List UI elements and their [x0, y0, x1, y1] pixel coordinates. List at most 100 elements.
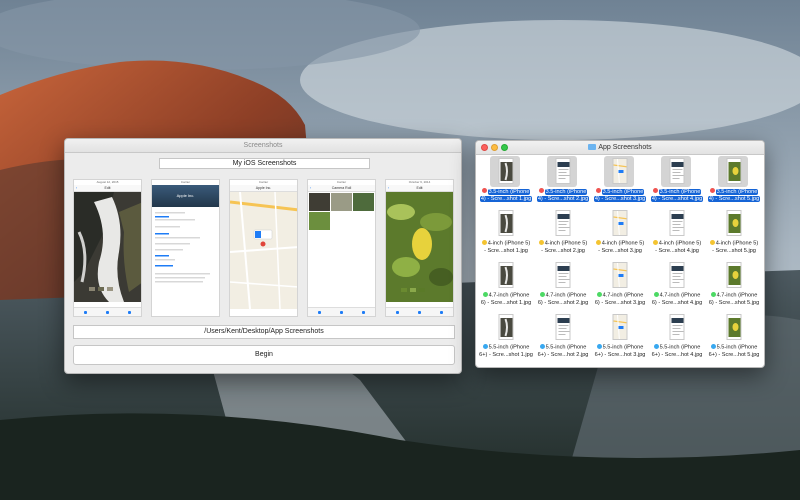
file-name: 5.5-inch (iPhone 6+) - Scre...hot 4.jpg — [651, 344, 703, 358]
file-thumbnail — [726, 314, 742, 340]
map-view — [230, 191, 297, 310]
minimize-button[interactable] — [491, 144, 498, 151]
file-thumbnail — [612, 210, 628, 236]
file-thumbnail — [555, 210, 571, 236]
window-title: App Screenshots — [598, 144, 652, 151]
file-thumbnail — [726, 262, 742, 288]
project-name-field[interactable]: My iOS Screenshots — [159, 158, 370, 169]
file-name: 4.7-inch (iPhone 6) - Scre...shot 2.jpg — [537, 292, 589, 306]
preview-toolbar — [74, 307, 141, 316]
file-name: 4-inch (iPhone 5) - Scre...shot 4.jpg — [650, 240, 704, 255]
red-tag-icon — [709, 188, 715, 193]
file-item[interactable]: 4-inch (iPhone 5) - Scre...shot 2.jpg — [535, 208, 591, 260]
file-thumbnail — [498, 158, 514, 184]
back-chevron-icon: ‹ — [388, 186, 390, 190]
window-title: Screenshots — [243, 142, 283, 149]
file-item[interactable]: 4-inch (iPhone 5) - Scre...shot 3.jpg — [592, 208, 648, 260]
file-thumbnail — [555, 158, 571, 184]
file-thumbnail — [612, 158, 628, 184]
file-thumbnail — [726, 158, 742, 184]
file-name: 4.7-inch (iPhone 6) - Scre...shot 4.jpg — [651, 292, 703, 306]
file-name: 4-inch (iPhone 5) - Scre...shot 2.jpg — [536, 240, 590, 255]
blue-tag-icon — [482, 344, 488, 349]
red-tag-icon — [481, 188, 487, 193]
file-item[interactable]: 4.7-inch (iPhone 6) - Scre...shot 5.jpg — [706, 260, 762, 312]
red-tag-icon — [595, 188, 601, 193]
file-item[interactable]: 4.7-inch (iPhone 6) - Scre...shot 4.jpg — [649, 260, 705, 312]
file-item[interactable]: 3.5-inch (iPhone 4) - Scre...shot 5.jpg — [706, 156, 762, 208]
file-thumbnail — [498, 314, 514, 340]
screenshot-preview-strip: August 12, 2015 ‹ Edit Carrier Apple Inc. — [73, 179, 455, 317]
album-grid — [308, 192, 375, 299]
file-item[interactable]: 5.5-inch (iPhone 6+) - Scre...hot 3.jpg — [592, 312, 648, 364]
file-item[interactable]: 4.7-inch (iPhone 6) - Scre...shot 3.jpg — [592, 260, 648, 312]
file-item[interactable]: 4.7-inch (iPhone 6) - Scre...shot 1.jpg — [478, 260, 534, 312]
green-tag-icon — [539, 292, 545, 297]
folder-icon — [588, 144, 597, 150]
begin-button[interactable]: Begin — [73, 345, 455, 365]
finder-window: App Screenshots 3.5-inch (iPhone 4) - Scr… — [475, 140, 765, 368]
file-thumbnail — [555, 314, 571, 340]
file-item[interactable]: 4.7-inch (iPhone 6) - Scre...shot 2.jpg — [535, 260, 591, 312]
file-item[interactable]: 4-inch (iPhone 5) - Scre...shot 1.jpg — [478, 208, 534, 260]
green-tag-icon — [710, 292, 716, 297]
file-thumbnail — [498, 210, 514, 236]
file-name: 5.5-inch (iPhone 6+) - Scre...hot 3.jpg — [594, 344, 646, 358]
preview-card[interactable]: October 6, 2014 ‹ Edit — [385, 179, 454, 317]
contact-details — [155, 212, 210, 283]
file-item[interactable]: 3.5-inch (iPhone 4) - Scre...shot 2.jpg — [535, 156, 591, 208]
yellow-tag-icon — [481, 240, 487, 245]
blue-tag-icon — [596, 344, 602, 349]
file-thumbnail — [669, 262, 685, 288]
file-name: 3.5-inch (iPhone 4) - Scre...shot 5.jpg — [707, 188, 761, 202]
blue-tag-icon — [653, 344, 659, 349]
file-item[interactable]: 3.5-inch (iPhone 4) - Scre...shot 4.jpg — [649, 156, 705, 208]
file-item[interactable]: 4-inch (iPhone 5) - Scre...shot 4.jpg — [649, 208, 705, 260]
yellow-tag-icon — [652, 240, 658, 245]
lemon-photo — [386, 192, 453, 302]
file-thumbnail — [612, 314, 628, 340]
preview-card[interactable]: Carrier ‹ Camera Roll — [307, 179, 376, 317]
green-tag-icon — [596, 292, 602, 297]
file-item[interactable]: 5.5-inch (iPhone 6+) - Scre...hot 5.jpg — [706, 312, 762, 364]
contact-header: Apple Inc. — [152, 185, 219, 207]
zoom-button[interactable] — [501, 144, 508, 151]
file-name: 4-inch (iPhone 5) - Scre...shot 1.jpg — [479, 240, 533, 255]
file-name: 4.7-inch (iPhone 6) - Scre...shot 5.jpg — [708, 292, 760, 306]
file-name: 5.5-inch (iPhone 6+) - Scre...hot 5.jpg — [708, 344, 760, 358]
file-name: 4-inch (iPhone 5) - Scre...shot 5.jpg — [707, 240, 761, 255]
file-item[interactable]: 3.5-inch (iPhone 4) - Scre...shot 3.jpg — [592, 156, 648, 208]
file-item[interactable]: 4-inch (iPhone 5) - Scre...shot 5.jpg — [706, 208, 762, 260]
file-item[interactable]: 3.5-inch (iPhone 4) - Scre...shot 1.jpg — [478, 156, 534, 208]
file-name: 4.7-inch (iPhone 6) - Scre...shot 3.jpg — [594, 292, 646, 306]
file-item[interactable]: 5.5-inch (iPhone 6+) - Scre...hot 4.jpg — [649, 312, 705, 364]
file-name: 3.5-inch (iPhone 4) - Scre...shot 4.jpg — [650, 188, 704, 202]
file-item[interactable]: 5.5-inch (iPhone 6+) - Scre...hot 2.jpg — [535, 312, 591, 364]
preview-toolbar — [308, 307, 375, 316]
file-name: 4.7-inch (iPhone 6) - Scre...shot 1.jpg — [480, 292, 532, 306]
file-thumbnail — [612, 262, 628, 288]
yellow-tag-icon — [595, 240, 601, 245]
file-name: 5.5-inch (iPhone 6+) - Scre...hot 2.jpg — [537, 344, 589, 358]
red-tag-icon — [652, 188, 658, 193]
file-thumbnail — [669, 210, 685, 236]
green-tag-icon — [482, 292, 488, 297]
output-path-field[interactable]: /Users/Kent/Desktop/App Screenshots — [73, 325, 455, 339]
file-item[interactable]: 5.5-inch (iPhone 6+) - Scre...shot 1.jpg — [478, 312, 534, 364]
file-name: 4-inch (iPhone 5) - Scre...shot 3.jpg — [593, 240, 647, 255]
file-thumbnail — [669, 314, 685, 340]
blue-tag-icon — [539, 344, 545, 349]
file-grid: 3.5-inch (iPhone 4) - Scre...shot 1.jpg 3.… — [476, 155, 764, 367]
preview-nav: ‹ Edit — [74, 185, 141, 192]
preview-nav: Apple Inc. — [230, 185, 297, 192]
red-tag-icon — [538, 188, 544, 193]
screenshots-window: Screenshots My iOS Screenshots August 12… — [64, 138, 462, 374]
file-thumbnail — [555, 262, 571, 288]
finder-titlebar: App Screenshots — [476, 141, 764, 155]
preview-card[interactable]: August 12, 2015 ‹ Edit — [73, 179, 142, 317]
preview-card[interactable]: Carrier Apple Inc. — [151, 179, 220, 317]
preview-card[interactable]: Carrier Apple Inc. — [229, 179, 298, 317]
close-button[interactable] — [481, 144, 488, 151]
file-thumbnail — [669, 158, 685, 184]
yellow-tag-icon — [709, 240, 715, 245]
